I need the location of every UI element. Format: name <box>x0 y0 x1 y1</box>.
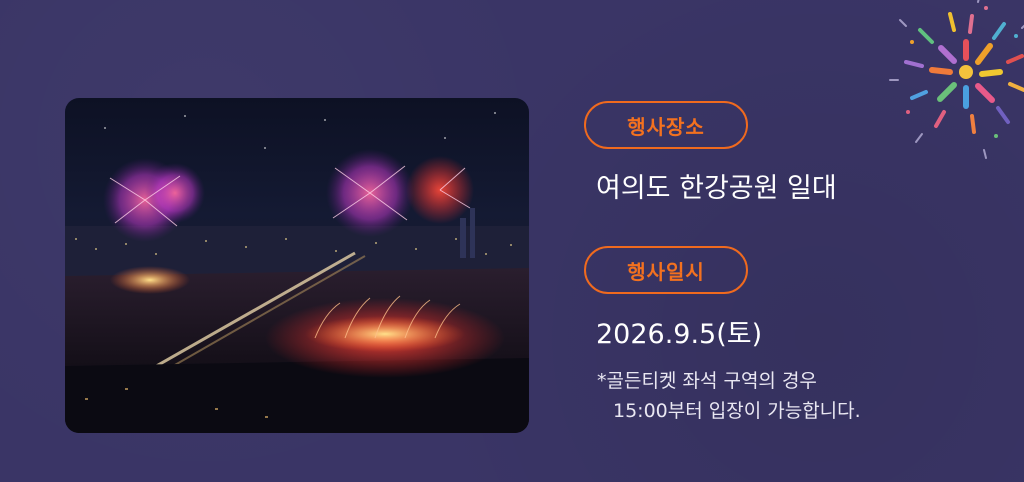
firework-decoration-icon <box>889 0 1024 159</box>
entry-note-line2: 15:00부터 입장이 가능합니다. <box>613 400 861 422</box>
entry-note-line1: *골든티켓 좌석 구역의 경우 <box>597 370 817 392</box>
date-label-badge: 행사일시 <box>584 246 748 294</box>
venue-value: 여의도 한강공원 일대 <box>596 173 837 204</box>
entry-note: *골든티켓 좌석 구역의 경우 15:00부터 입장이 가능합니다. <box>597 366 861 426</box>
date-value: 2026.9.5(토) <box>596 319 763 350</box>
fireworks-photo <box>65 98 529 433</box>
venue-label-badge: 행사장소 <box>584 101 748 149</box>
